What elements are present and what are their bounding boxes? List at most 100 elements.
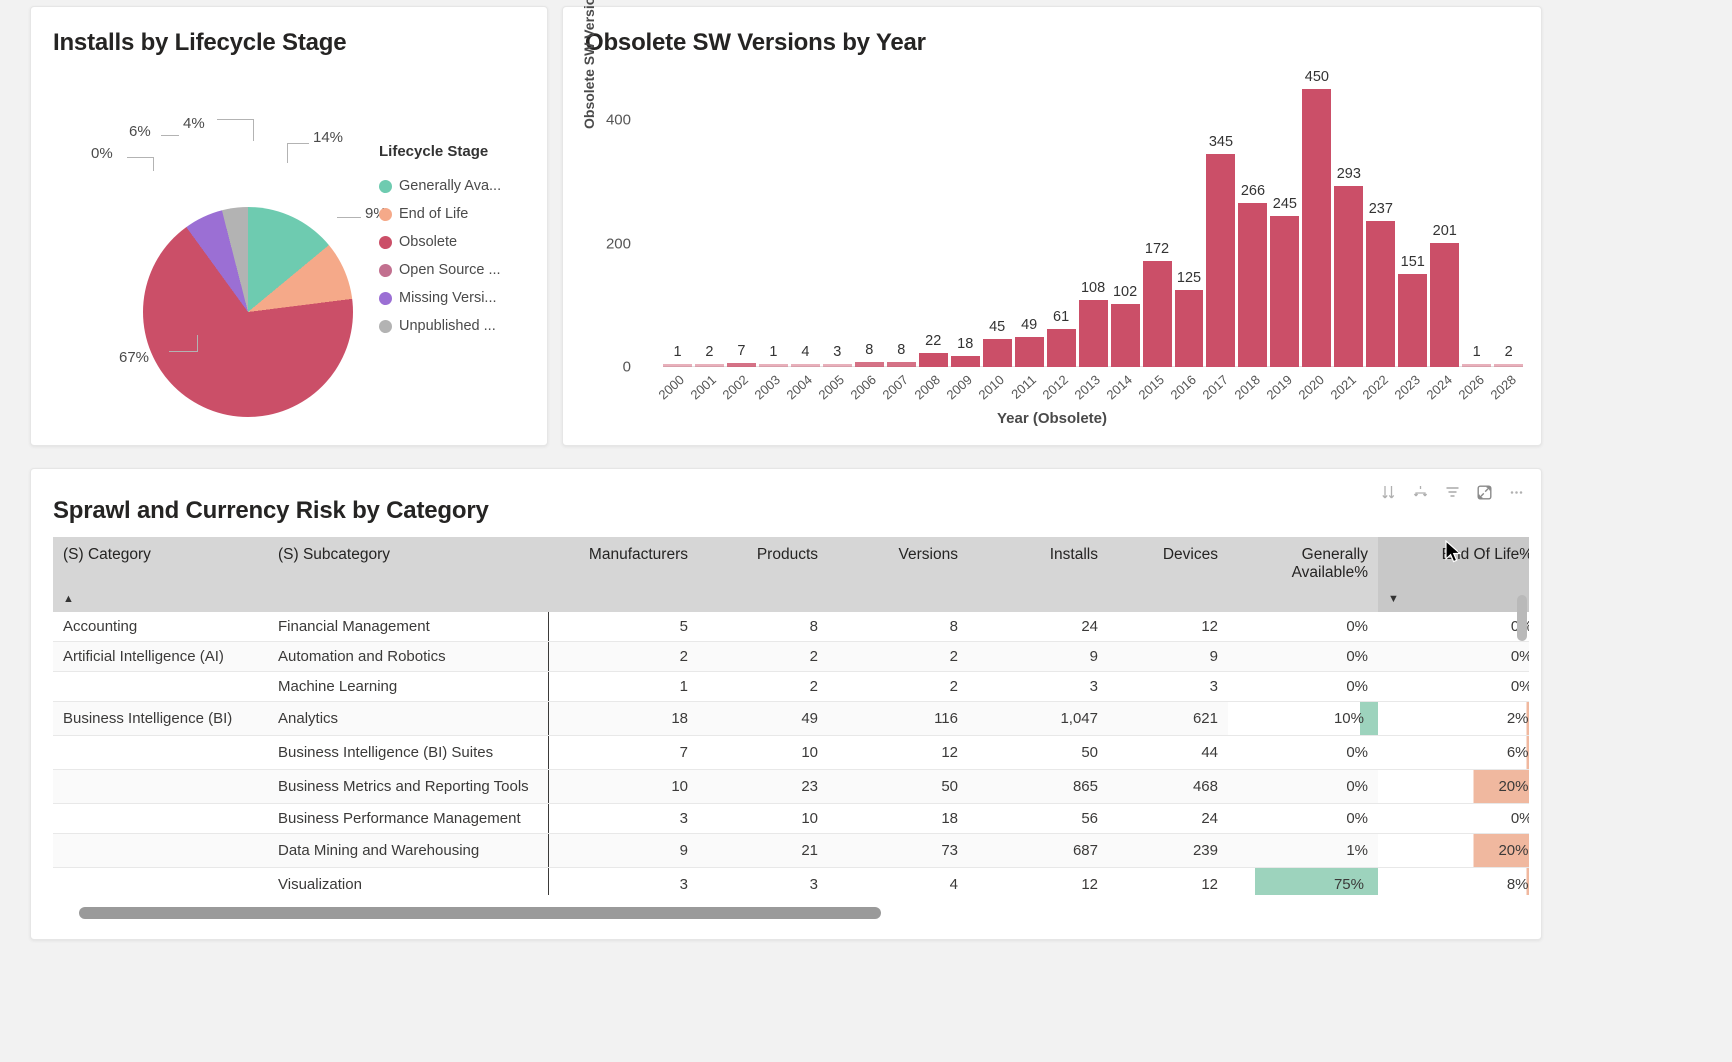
cell-generally_available_pct[interactable]: 0% xyxy=(1228,803,1378,834)
bar[interactable] xyxy=(1174,289,1204,367)
focus-mode-icon[interactable] xyxy=(1469,478,1499,506)
bar-column[interactable]: 293 2021 xyxy=(1327,79,1364,402)
bar[interactable] xyxy=(918,353,948,367)
cell-installs[interactable]: 12 xyxy=(968,867,1108,895)
cell-manufacturers[interactable]: 5 xyxy=(547,612,698,642)
grid-header-row[interactable]: (S) Category ▲ (S) Subcategory Manufacturer… xyxy=(53,537,1529,612)
bar-column[interactable]: 4 2004 xyxy=(784,79,820,402)
data-grid[interactable]: (S) Category ▲ (S) Subcategory Manufacturer… xyxy=(53,537,1529,895)
bar[interactable] xyxy=(1270,215,1300,367)
cell-end_of_life_pct[interactable]: 6% xyxy=(1378,735,1529,770)
bar[interactable] xyxy=(1142,260,1172,367)
more-options-icon[interactable] xyxy=(1501,478,1531,506)
cell-manufacturers[interactable]: 3 xyxy=(547,803,698,834)
table-row[interactable]: Business Intelligence (BI) Suites 7 10 12 50… xyxy=(53,735,1529,770)
grid-horizontal-scroll-thumb[interactable] xyxy=(79,907,881,919)
cell-installs[interactable]: 3 xyxy=(968,671,1108,702)
cell-generally_available_pct[interactable]: 0% xyxy=(1228,671,1378,702)
cell-category[interactable] xyxy=(53,671,268,702)
bar-column[interactable]: 266 2018 xyxy=(1231,79,1268,402)
cell-versions[interactable]: 116 xyxy=(828,701,968,736)
bar[interactable] xyxy=(694,364,724,367)
cell-category[interactable]: Accounting xyxy=(53,612,268,642)
cell-devices[interactable]: 9 xyxy=(1108,641,1228,672)
pie-chart-graphic[interactable] xyxy=(143,207,353,417)
column-header-generally_available_pct[interactable]: Generally Available% xyxy=(1228,537,1378,612)
cell-end_of_life_pct[interactable]: 0% xyxy=(1378,612,1529,642)
cell-products[interactable]: 2 xyxy=(698,641,828,672)
bar[interactable] xyxy=(758,364,788,367)
column-header-category[interactable]: (S) Category ▲ xyxy=(53,537,268,612)
bar-column[interactable]: 22 2008 xyxy=(912,79,948,402)
bar-column[interactable]: 450 2020 xyxy=(1295,69,1332,402)
bar-column[interactable]: 1 2000 xyxy=(656,79,692,402)
cell-products[interactable]: 10 xyxy=(698,803,828,834)
bar-column[interactable]: 102 2014 xyxy=(1104,79,1140,402)
cell-versions[interactable]: 4 xyxy=(828,867,968,895)
bar-column[interactable]: 7 2002 xyxy=(720,79,756,402)
cell-versions[interactable]: 2 xyxy=(828,641,968,672)
cell-end_of_life_pct[interactable]: 0% xyxy=(1378,641,1529,672)
cell-subcategory[interactable]: Machine Learning xyxy=(268,671,548,702)
cell-category[interactable] xyxy=(53,833,268,868)
table-row[interactable]: Business Performance Management 3 10 18 56 24… xyxy=(53,803,1529,834)
bar[interactable] xyxy=(663,364,692,367)
cell-installs[interactable]: 50 xyxy=(968,735,1108,770)
column-header-subcategory[interactable]: (S) Subcategory xyxy=(268,537,548,612)
cell-generally_available_pct[interactable]: 1% xyxy=(1228,833,1378,868)
bar[interactable] xyxy=(1046,329,1076,367)
cell-devices[interactable]: 12 xyxy=(1108,612,1228,642)
sort-icon[interactable] xyxy=(1373,478,1403,506)
cell-subcategory[interactable]: Business Metrics and Reporting Tools xyxy=(268,769,548,804)
cell-category[interactable] xyxy=(53,735,268,770)
table-row[interactable]: Machine Learning122330%0% xyxy=(53,671,1529,702)
bar-column[interactable]: 18 2009 xyxy=(944,79,980,402)
cell-end_of_life_pct[interactable]: 20% xyxy=(1378,769,1529,804)
cell-devices[interactable]: 44 xyxy=(1108,735,1228,770)
cell-installs[interactable]: 56 xyxy=(968,803,1108,834)
legend-item-unpublished[interactable]: Unpublished ... xyxy=(379,312,501,340)
bar[interactable] xyxy=(790,364,820,367)
bar-column[interactable]: 8 2007 xyxy=(880,79,916,402)
cell-devices[interactable]: 239 xyxy=(1108,833,1228,868)
bar[interactable] xyxy=(982,339,1012,367)
cell-category[interactable]: Artificial Intelligence (AI) xyxy=(53,641,268,672)
legend-item-end-of-life[interactable]: End of Life xyxy=(379,200,501,228)
installs-by-lifecycle-stage-card[interactable]: Installs by Lifecycle Stage 14% 9% 67% 0… xyxy=(30,6,548,446)
cell-manufacturers[interactable]: 18 xyxy=(547,701,698,736)
cell-devices[interactable]: 468 xyxy=(1108,769,1228,804)
bar[interactable] xyxy=(854,362,884,367)
table-row[interactable]: Artificial Intelligence (AI) Automation a… xyxy=(53,641,1529,672)
table-row[interactable]: Business Intelligence (BI) Analytics 18 49 1… xyxy=(53,701,1529,736)
bar-series[interactable]: 1 2000 2 2001 7 2002 1 2003 4 2004 3 2005 8 2006 8 2007… xyxy=(656,69,1524,402)
column-header-versions[interactable]: Versions xyxy=(828,537,968,612)
bar-column[interactable]: 172 2015 xyxy=(1136,79,1172,402)
cell-manufacturers[interactable]: 9 xyxy=(547,833,698,868)
cell-end_of_life_pct[interactable]: 0% xyxy=(1378,803,1529,834)
cell-installs[interactable]: 687 xyxy=(968,833,1108,868)
bar-column[interactable]: 245 2019 xyxy=(1263,79,1300,402)
bar[interactable] xyxy=(1014,336,1044,367)
grid-horizontal-scrollbar[interactable] xyxy=(53,907,1527,919)
bar-column[interactable]: 49 2011 xyxy=(1008,79,1044,402)
cell-category[interactable] xyxy=(53,769,268,804)
cell-installs[interactable]: 24 xyxy=(968,612,1108,642)
cell-subcategory[interactable]: Financial Management xyxy=(268,612,548,642)
cell-devices[interactable]: 3 xyxy=(1108,671,1228,702)
cell-generally_available_pct[interactable]: 75% xyxy=(1228,867,1378,895)
cell-manufacturers[interactable]: 7 xyxy=(547,735,698,770)
cell-installs[interactable]: 1,047 xyxy=(968,701,1108,736)
cell-subcategory[interactable]: Business Performance Management xyxy=(268,803,548,834)
bar-column[interactable]: 151 2023 xyxy=(1391,79,1428,402)
cell-products[interactable]: 23 xyxy=(698,769,828,804)
cell-devices[interactable]: 12 xyxy=(1108,867,1228,895)
bar[interactable] xyxy=(1366,220,1396,367)
cell-versions[interactable]: 12 xyxy=(828,735,968,770)
bar[interactable] xyxy=(1334,186,1364,367)
cell-products[interactable]: 49 xyxy=(698,701,828,736)
bar[interactable] xyxy=(1494,364,1524,367)
drill-hierarchy-icon[interactable] xyxy=(1405,478,1435,506)
column-header-end_of_life_pct[interactable]: End Of Life% ▼ xyxy=(1378,537,1529,612)
bar-column[interactable]: 2 2028 xyxy=(1487,79,1524,402)
cell-versions[interactable]: 18 xyxy=(828,803,968,834)
